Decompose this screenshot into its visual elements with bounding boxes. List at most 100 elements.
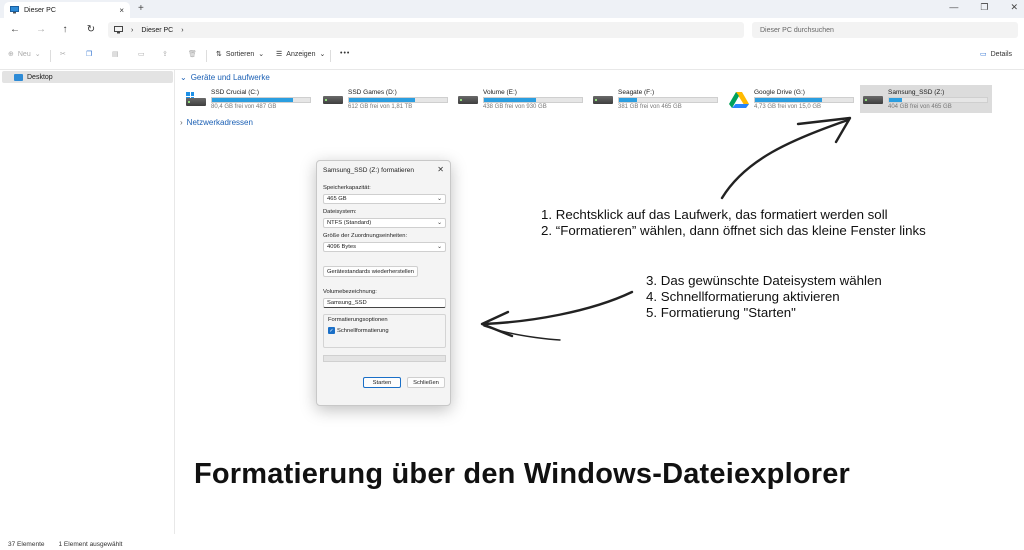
capacity-select[interactable]: 465 GB ⌄ [323, 194, 446, 204]
new-tab-icon[interactable]: + [138, 3, 144, 14]
computer-icon [10, 6, 19, 14]
windows-drive-icon [186, 92, 206, 106]
plus-circle-icon: ⊕ [8, 51, 14, 58]
details-button-label: Details [990, 50, 1013, 58]
capacity-label: Speicherkapazität: [323, 185, 371, 191]
breadcrumb-dieser-pc[interactable]: Dieser PC [141, 27, 173, 34]
volume-label-value: Samsung_SSD [327, 300, 367, 306]
chevron-down-icon: ⌄ [180, 73, 187, 82]
chevron-right-icon: › [180, 118, 183, 127]
new-button[interactable]: ⊕ Neu ⌄ [8, 50, 41, 59]
chevron-down-icon: ⌄ [437, 220, 442, 226]
minimize-icon[interactable]: — [949, 2, 958, 13]
chevron-down-icon: ⌄ [437, 196, 442, 202]
more-options-icon[interactable]: ••• [340, 50, 350, 57]
drive-free-space: 80,4 GB frei von 487 GB [211, 103, 277, 110]
toolbar-divider [50, 50, 51, 62]
filesystem-value: NTFS (Standard) [327, 220, 372, 226]
annotation-steps-1-2: 1. Rechtsklick auf das Laufwerk, das for… [541, 207, 926, 239]
format-dialog: Samsung_SSD (Z:) formatieren ✕ Speicherk… [316, 160, 451, 406]
filesystem-select[interactable]: NTFS (Standard) ⌄ [323, 218, 446, 228]
quick-format-label: Schnellformatierung [337, 327, 389, 334]
chevron-down-icon: ⌄ [258, 51, 265, 58]
allocation-size-select[interactable]: 4096 Bytes ⌄ [323, 242, 446, 252]
address-bar[interactable]: › Dieser PC › [108, 22, 744, 38]
section-network-locations[interactable]: › Netzwerkadressen [180, 118, 253, 127]
sort-button-label: Sortieren [225, 50, 255, 58]
drive-usage-bar [754, 96, 854, 103]
drive-tile-d[interactable]: SSD Games (D:) 612 GB frei von 1,81 TB [320, 85, 452, 113]
hdd-icon [323, 92, 343, 106]
drive-name: SSD Crucial (C:) [211, 88, 260, 96]
paste-icon[interactable]: ▤ [112, 50, 119, 58]
close-window-icon[interactable]: ✕ [1010, 2, 1018, 13]
up-icon[interactable]: ↑ [58, 24, 72, 35]
dialog-title: Samsung_SSD (Z:) formatieren [323, 167, 415, 174]
toolbar-divider [330, 50, 331, 62]
drive-tile-c[interactable]: SSD Crucial (C:) 80,4 GB frei von 487 GB [183, 85, 315, 113]
drive-free-space: 438 GB frei von 930 GB [483, 103, 547, 110]
quick-format-checkbox[interactable]: ✓ Schnellformatierung [328, 327, 389, 334]
sort-icon: ⇅ [216, 51, 222, 58]
refresh-icon[interactable]: ↻ [84, 24, 98, 35]
tab-dieser-pc[interactable]: Dieser PC × [4, 2, 130, 18]
allocation-size-label: Größe der Zuordnungseinheiten: [323, 233, 408, 239]
checkbox-checked-icon: ✓ [328, 327, 335, 334]
annotation-step-3: 3. Das gewünschte Dateisystem wählen [646, 273, 882, 288]
new-button-label: Neu [17, 50, 31, 58]
drive-name: Samsung_SSD (Z:) [888, 88, 945, 96]
rename-icon[interactable]: ▭ [138, 50, 145, 58]
drive-name: SSD Games (D:) [348, 88, 397, 96]
annotation-step-1: 1. Rechtsklick auf das Laufwerk, das for… [541, 207, 888, 222]
status-bar: 37 Elemente 1 Element ausgewählt [0, 538, 1024, 550]
breadcrumb-chevron-icon[interactable]: › [181, 27, 183, 34]
section-devices-drives[interactable]: ⌄ Geräte und Laufwerke [180, 73, 270, 82]
details-button[interactable]: ▭ Details [980, 50, 1013, 59]
google-drive-icon [729, 92, 749, 108]
drive-usage-bar [888, 96, 988, 103]
selection-count: 1 Element ausgewählt [58, 540, 123, 548]
drive-usage-bar [211, 96, 311, 103]
section-title-label: Geräte und Laufwerke [190, 73, 270, 82]
cut-icon[interactable]: ✂ [60, 50, 66, 58]
format-options-group: Formatierungsoptionen ✓ Schnellformatier… [323, 314, 446, 348]
breadcrumb-chevron-icon[interactable]: › [131, 27, 133, 34]
drive-tile-g[interactable]: Google Drive (G:) 4,73 GB frei von 15,0 … [726, 85, 858, 113]
drive-tile-e[interactable]: Volume (E:) 438 GB frei von 930 GB [455, 85, 587, 113]
drive-name: Seagate (F:) [618, 88, 655, 96]
search-placeholder: Dieser PC durchsuchen [760, 26, 834, 34]
view-button[interactable]: ☰ Anzeigen ⌄ [276, 50, 325, 59]
window-controls: — ❐ ✕ [949, 2, 1018, 13]
drive-name: Volume (E:) [483, 88, 517, 96]
sidebar-item-desktop[interactable]: Desktop [2, 71, 173, 83]
tab-close-icon[interactable]: × [119, 6, 124, 15]
filesystem-label: Dateisystem: [323, 209, 357, 215]
drive-usage-bar [618, 96, 718, 103]
annotation-steps-3-5: 3. Das gewünschte Dateisystem wählen 4. … [646, 273, 882, 321]
search-input[interactable]: Dieser PC durchsuchen [752, 22, 1018, 38]
hdd-icon [593, 92, 613, 106]
drive-name: Google Drive (G:) [754, 88, 805, 96]
close-button[interactable]: Schließen [407, 377, 445, 388]
arrow-to-dialog [482, 290, 634, 326]
delete-icon[interactable]: 🗑 [188, 50, 197, 58]
forward-icon[interactable]: → [34, 24, 48, 35]
dialog-close-icon[interactable]: ✕ [437, 165, 444, 174]
back-icon[interactable]: ← [8, 24, 22, 35]
drive-free-space: 381 GB frei von 465 GB [618, 103, 682, 110]
sort-button[interactable]: ⇅ Sortieren ⌄ [216, 50, 265, 59]
view-icon: ☰ [276, 51, 283, 58]
restore-defaults-button[interactable]: Gerätestandards wiederherstellen [323, 266, 418, 277]
volume-label-input[interactable]: Samsung_SSD [323, 298, 446, 308]
arrow-to-dialog-head [480, 310, 514, 338]
restore-icon[interactable]: ❐ [980, 2, 988, 13]
tab-label: Dieser PC [24, 6, 56, 14]
drive-tile-z[interactable]: Samsung_SSD (Z:) 404 GB frei von 465 GB [860, 85, 992, 113]
details-pane-icon: ▭ [980, 51, 987, 58]
drive-tile-f[interactable]: Seagate (F:) 381 GB frei von 465 GB [590, 85, 722, 113]
chevron-down-icon: ⌄ [437, 244, 442, 250]
arrow-to-drive [720, 118, 850, 200]
share-icon[interactable]: ⇪ [162, 50, 168, 58]
copy-icon[interactable]: ❐ [86, 50, 92, 58]
start-button[interactable]: Starten [363, 377, 401, 388]
